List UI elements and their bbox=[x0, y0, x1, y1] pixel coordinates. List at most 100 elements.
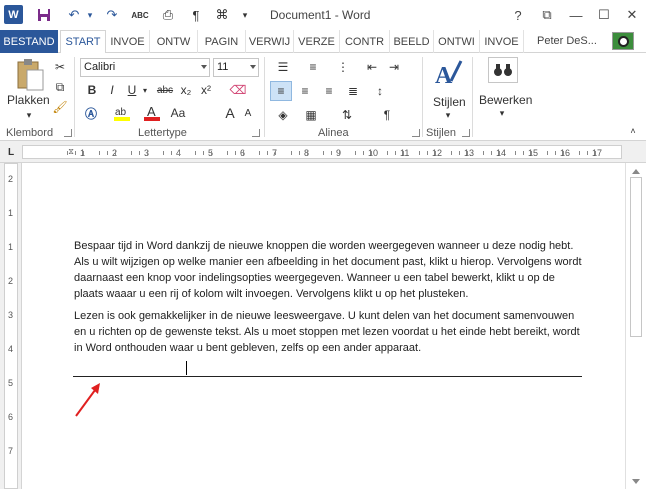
text-effects-icon[interactable]: Ⓐ bbox=[82, 103, 100, 123]
editing-dropdown-icon[interactable]: ▾ bbox=[496, 107, 508, 119]
grow-font-button[interactable]: A bbox=[222, 103, 238, 123]
underline-dropdown-icon[interactable]: ▾ bbox=[140, 81, 150, 99]
decrease-indent-icon[interactable]: ⇤ bbox=[362, 57, 382, 77]
tab-view[interactable]: BEELD bbox=[390, 30, 434, 53]
align-left-icon[interactable]: ≡ bbox=[270, 81, 292, 101]
vertical-scrollbar[interactable] bbox=[625, 163, 646, 489]
tab-addins[interactable]: INVOE bbox=[480, 30, 524, 53]
pilcrow-icon[interactable]: ¶ bbox=[186, 5, 206, 25]
divider bbox=[264, 57, 265, 137]
attach-icon[interactable]: ⌘ bbox=[212, 5, 232, 25]
shading-icon[interactable]: ◈ bbox=[272, 105, 294, 125]
indent-marker-icon[interactable]: ⧖ bbox=[66, 143, 76, 161]
ruler-tick bbox=[235, 151, 236, 155]
clipboard-launcher-icon[interactable] bbox=[64, 129, 72, 137]
bold-button[interactable]: B bbox=[84, 81, 100, 99]
scroll-up-icon[interactable] bbox=[632, 169, 640, 174]
vertical-ruler[interactable]: 2 1 1 2 3 4 5 6 7 bbox=[0, 163, 22, 489]
borders-icon[interactable]: ▦ bbox=[300, 105, 322, 125]
justify-icon[interactable]: ≣ bbox=[342, 81, 364, 101]
paste-icon[interactable] bbox=[10, 57, 50, 93]
tab-developer[interactable]: ONTWI bbox=[434, 30, 480, 53]
help-icon[interactable]: ? bbox=[506, 5, 530, 25]
horizontal-ruler[interactable]: L 1234567891011121314151617 ⧖ bbox=[0, 141, 646, 163]
copy-icon[interactable]: ⧉ bbox=[52, 79, 68, 95]
paste-dropdown-icon[interactable]: ▾ bbox=[22, 109, 36, 121]
scroll-down-icon[interactable] bbox=[632, 479, 640, 484]
document-body[interactable]: Bespaar tijd in Word dankzij de nieuwe k… bbox=[74, 238, 586, 362]
tab-design[interactable]: ONTW bbox=[150, 30, 198, 53]
undo-icon[interactable]: ↶ bbox=[64, 5, 84, 25]
spelling-icon[interactable]: ABC bbox=[130, 5, 150, 25]
line-spacing-icon[interactable]: ↕ bbox=[368, 81, 392, 101]
font-size-input[interactable]: 11 bbox=[213, 58, 259, 77]
binoculars-icon[interactable] bbox=[488, 57, 518, 83]
shrink-font-button[interactable]: A bbox=[240, 103, 256, 123]
align-right-icon[interactable]: ≡ bbox=[318, 81, 340, 101]
change-case-button[interactable]: Aa bbox=[166, 103, 190, 123]
ruler-number: 10 bbox=[368, 148, 379, 158]
sort-icon[interactable]: ⇅ bbox=[336, 105, 358, 125]
undo-dropdown-icon[interactable]: ▾ bbox=[84, 5, 96, 25]
maximize-icon[interactable]: ☐ bbox=[592, 5, 616, 25]
redo-icon[interactable]: ↷ bbox=[102, 5, 122, 25]
styles-icon[interactable]: A bbox=[434, 59, 464, 89]
editing-button[interactable]: Bewerken bbox=[479, 93, 532, 107]
tab-mailings[interactable]: VERZE bbox=[294, 30, 340, 53]
paragraph-1[interactable]: Bespaar tijd in Word dankzij de nieuwe k… bbox=[74, 238, 586, 302]
tab-page-layout[interactable]: PAGIN bbox=[198, 30, 246, 53]
subscript-button[interactable]: x₂ bbox=[178, 81, 194, 99]
collapse-ribbon-icon[interactable]: ˄ bbox=[626, 125, 640, 137]
ruler-tick bbox=[203, 151, 204, 155]
show-formatting-icon[interactable]: ¶ bbox=[376, 105, 398, 125]
tab-review[interactable]: CONTR bbox=[340, 30, 390, 53]
italic-button[interactable]: I bbox=[104, 81, 120, 99]
chevron-down-icon[interactable] bbox=[201, 65, 207, 69]
customize-icon[interactable]: ▾ bbox=[238, 5, 252, 25]
paste-button[interactable]: Plakken bbox=[7, 93, 50, 107]
clear-formatting-icon[interactable]: ⌫ bbox=[228, 81, 248, 99]
ruler-number: 13 bbox=[464, 148, 475, 158]
align-center-icon[interactable]: ≡ bbox=[294, 81, 316, 101]
increase-indent-icon[interactable]: ⇥ bbox=[384, 57, 404, 77]
minimize-icon[interactable]: — bbox=[564, 5, 588, 25]
tab-selector-icon[interactable]: L bbox=[4, 145, 18, 159]
ribbon-tabs: BESTAND START INVOE ONTW PAGIN VERWIJ VE… bbox=[0, 30, 646, 54]
styles-dropdown-icon[interactable]: ▾ bbox=[442, 109, 454, 121]
ruler-tick bbox=[403, 151, 404, 155]
vertical-ruler-number: 2 bbox=[8, 276, 14, 286]
ruler-strip[interactable]: 1234567891011121314151617 bbox=[22, 145, 622, 159]
font-name-input[interactable]: Calibri bbox=[80, 58, 210, 77]
font-launcher-icon[interactable] bbox=[252, 129, 260, 137]
format-painter-icon[interactable]: 🖌 bbox=[52, 99, 68, 115]
highlight-icon[interactable]: ab bbox=[112, 103, 132, 123]
paragraph-2[interactable]: Lezen is ook gemakkelijker in de nieuwe … bbox=[74, 308, 586, 356]
strikethrough-button[interactable]: abc bbox=[154, 81, 176, 99]
styles-launcher-icon[interactable] bbox=[462, 129, 470, 137]
tab-start[interactable]: START bbox=[60, 30, 106, 54]
print-preview-icon[interactable]: ⎙ bbox=[158, 5, 178, 25]
paragraph-launcher-icon[interactable] bbox=[412, 129, 420, 137]
styles-button[interactable]: Stijlen bbox=[433, 95, 466, 109]
group-label-clipboard: Klembord bbox=[6, 127, 54, 139]
numbering-icon[interactable]: ≡ bbox=[300, 57, 326, 77]
cut-icon[interactable]: ✂ bbox=[52, 59, 68, 75]
tab-references[interactable]: VERWIJ bbox=[246, 30, 294, 53]
avatar[interactable] bbox=[612, 32, 634, 50]
ribbon-display-icon[interactable]: ⧉ bbox=[535, 5, 559, 25]
superscript-button[interactable]: x² bbox=[198, 81, 214, 99]
chevron-down-icon[interactable] bbox=[250, 65, 256, 69]
multilevel-list-icon[interactable]: ⋮ bbox=[330, 57, 356, 77]
save-icon[interactable] bbox=[34, 5, 54, 25]
user-name[interactable]: Peter DeS... bbox=[537, 35, 597, 47]
ruler-tick bbox=[107, 151, 108, 155]
bullets-icon[interactable]: ☰ bbox=[270, 57, 296, 77]
underline-button[interactable]: U bbox=[124, 81, 140, 99]
ruler-tick bbox=[179, 151, 180, 155]
tab-file[interactable]: BESTAND bbox=[0, 30, 58, 53]
font-color-icon[interactable]: A bbox=[142, 103, 162, 123]
word-logo-icon[interactable]: W bbox=[4, 5, 23, 24]
tab-insert[interactable]: INVOE bbox=[106, 30, 150, 53]
close-icon[interactable]: ✕ bbox=[620, 5, 644, 25]
scroll-thumb[interactable] bbox=[630, 177, 642, 337]
